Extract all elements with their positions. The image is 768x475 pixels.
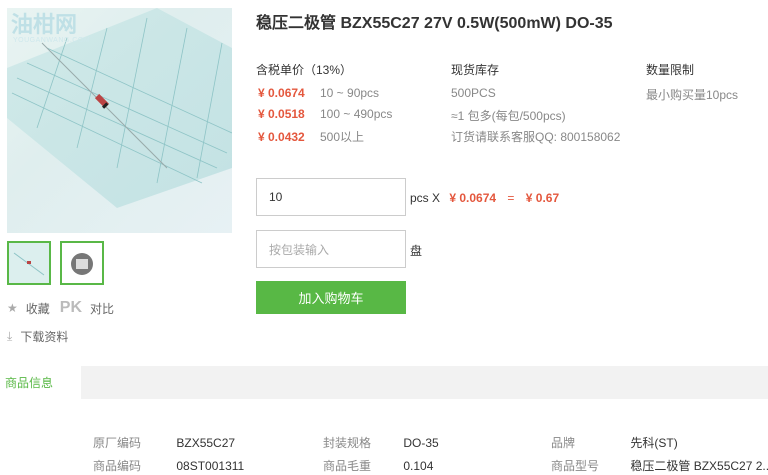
price-tier-2-price: ¥ 0.0518 <box>258 107 305 121</box>
spec-key: 商品编码 <box>93 459 142 473</box>
spec-value: 0.104 <box>403 459 434 473</box>
price-tier-3-qty: 500以上 <box>320 130 365 144</box>
stock-header: 现货库存 <box>451 63 500 77</box>
watermark-logo: 油柑网 <box>11 12 78 37</box>
spec-value: 先科(ST) <box>630 436 678 450</box>
price-tier-3: ¥ 0.0432 500以上 <box>258 128 364 145</box>
spec-value: 稳压二极管 BZX55C27 2... <box>630 459 768 473</box>
quantity-input[interactable]: 10 <box>256 178 406 216</box>
spec-row-1-col-3: 品牌 先科(ST) <box>551 434 678 451</box>
price-tier-2-qty: 100 ~ 490pcs <box>320 107 393 121</box>
order-total: ¥ 0.67 <box>525 191 560 205</box>
order-equals: = <box>507 191 515 205</box>
price-tier-2: ¥ 0.0518 100 ~ 490pcs <box>258 107 392 121</box>
product-title: 稳压二极管 BZX55C27 27V 0.5W(500mW) DO-35 <box>256 15 613 32</box>
watermark-sub: YOUGANWANG.COM <box>13 37 91 44</box>
spec-row-2-col-1: 商品编码 08ST001311 <box>93 457 244 474</box>
price-tier-1: ¥ 0.0674 10 ~ 90pcs <box>258 86 379 100</box>
star-icon: ★ <box>7 301 18 315</box>
favorite-label: 收藏 <box>25 301 50 316</box>
spec-row-1-col-1: 原厂编码 BZX55C27 <box>93 434 235 451</box>
stock-contact: 订货请联系客服QQ: 800158062 <box>451 130 621 144</box>
order-unit: pcs X <box>410 191 441 205</box>
product-main-image: 油柑网 YOUGANWANG.COM <box>7 8 232 233</box>
spec-value: 08ST001311 <box>176 459 245 473</box>
spec-row-2-col-3: 商品型号 稳压二极管 BZX55C27 2... <box>551 457 768 474</box>
thumbnail-1[interactable] <box>7 241 51 285</box>
stock-amount: 500PCS <box>451 86 496 100</box>
download-label: 下载资料 <box>20 330 69 344</box>
limit-header: 数量限制 <box>646 63 695 77</box>
package-unit: 盘 <box>410 244 423 258</box>
spec-key: 商品型号 <box>551 459 600 473</box>
spec-key: 商品毛重 <box>323 459 372 473</box>
price-header: 含税单价（13%） <box>256 63 353 77</box>
spec-value: DO-35 <box>403 436 439 450</box>
order-summary: pcs X ¥ 0.0674 = ¥ 0.67 <box>410 191 559 205</box>
spec-row-2-col-2: 商品毛重 0.104 <box>323 457 433 474</box>
compare-label[interactable]: 对比 <box>90 300 114 317</box>
spec-key: 原厂编码 <box>93 436 142 450</box>
add-to-cart-button[interactable]: 加入购物车 <box>256 281 406 314</box>
download-icon: ⤓ <box>7 329 13 343</box>
price-tier-1-price: ¥ 0.0674 <box>258 86 305 100</box>
download-action[interactable]: ⤓ 下载资料 <box>7 328 68 345</box>
price-tier-3-price: ¥ 0.0432 <box>258 130 305 144</box>
thumbnail-2-image <box>62 243 102 283</box>
tab-bar <box>0 366 768 399</box>
spec-key: 封装规格 <box>323 436 372 450</box>
tab-product-info[interactable]: 商品信息 <box>0 366 81 399</box>
spec-row-1-col-2: 封装规格 DO-35 <box>323 434 439 451</box>
thumbnail-1-image <box>9 243 49 283</box>
thumbnail-2[interactable] <box>60 241 104 285</box>
pk-icon: PK <box>59 299 83 316</box>
price-tier-1-qty: 10 ~ 90pcs <box>320 86 380 100</box>
favorite-action[interactable]: ★ 收藏 PK 对比 <box>7 299 114 317</box>
spec-key: 品牌 <box>551 436 576 450</box>
order-unit-price: ¥ 0.0674 <box>449 191 497 205</box>
limit-text: 最小购买量10pcs <box>646 88 739 102</box>
package-input[interactable]: 按包装输入 <box>256 230 406 268</box>
stock-package: ≈1 包多(每包/500pcs) <box>451 109 566 123</box>
spec-value: BZX55C27 <box>176 436 236 450</box>
